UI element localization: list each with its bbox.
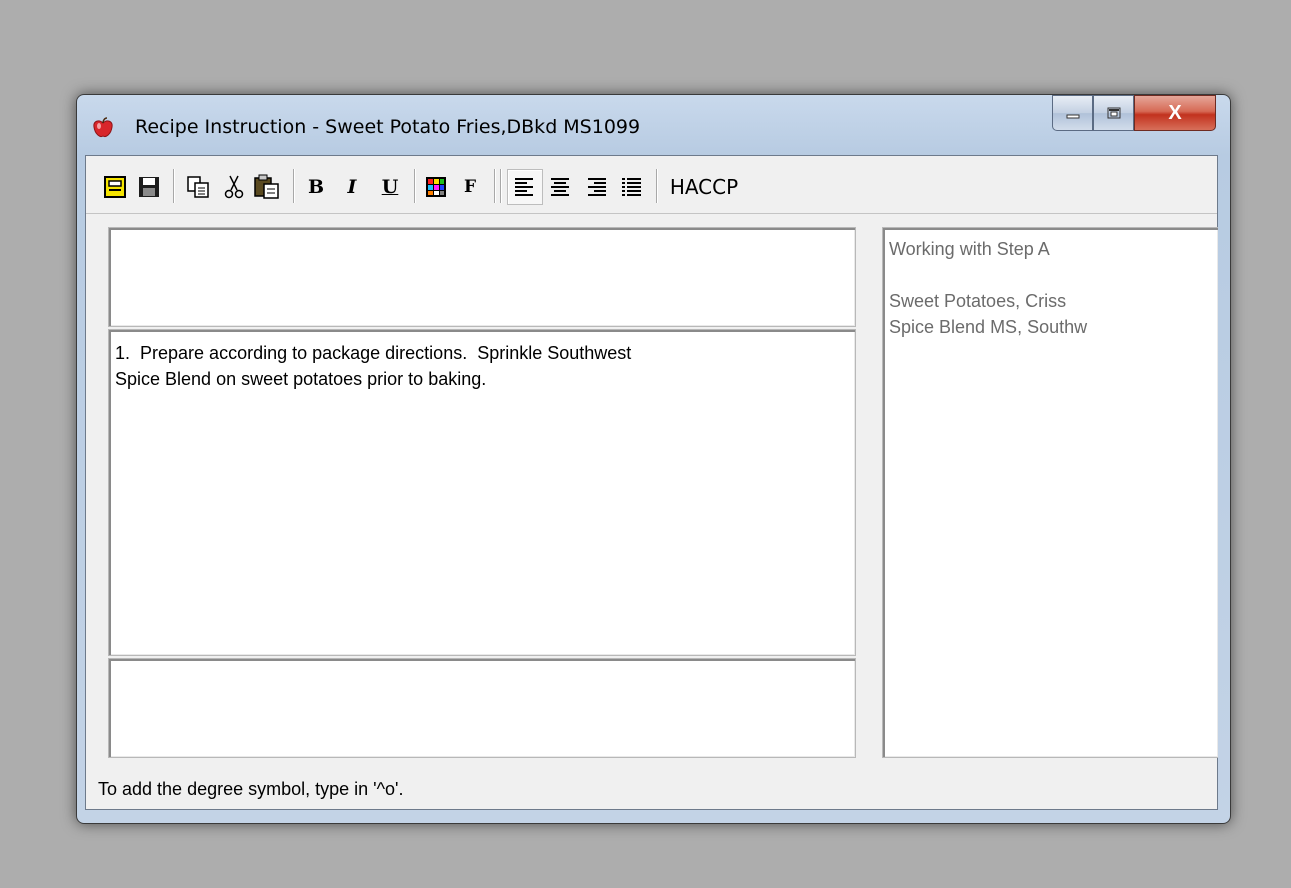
bold-button[interactable]: B — [302, 173, 330, 201]
footer-text-pane[interactable] — [108, 658, 856, 758]
toolbar-separator — [293, 169, 294, 203]
save-icon — [139, 177, 159, 197]
justify-icon — [622, 178, 641, 196]
align-right-icon — [588, 178, 606, 196]
maximize-icon — [1107, 107, 1120, 119]
toolbar-separator — [500, 169, 501, 203]
window-title: Recipe Instruction - Sweet Potato Fries,… — [135, 116, 641, 138]
title-bar[interactable]: Recipe Instruction - Sweet Potato Fries,… — [77, 95, 1230, 155]
step-heading: Working with Step A — [889, 239, 1050, 259]
instruction-text-pane[interactable]: 1. Prepare according to package directio… — [108, 329, 856, 656]
justify-button[interactable] — [617, 173, 647, 201]
step-info-panel: Working with Step A Sweet Potatoes, Cris… — [882, 227, 1218, 758]
cut-icon — [224, 175, 244, 199]
instruction-text: 1. Prepare according to package directio… — [115, 343, 632, 389]
align-center-icon — [551, 178, 569, 196]
copy-button[interactable] — [184, 173, 214, 201]
recipe-instruction-window: Recipe Instruction - Sweet Potato Fries,… — [76, 94, 1231, 824]
close-button[interactable]: X — [1134, 95, 1216, 131]
color-button[interactable] — [422, 173, 450, 201]
step-info-text: Working with Step A Sweet Potatoes, Cris… — [889, 236, 1214, 340]
paste-icon — [254, 174, 279, 199]
align-left-icon — [515, 178, 533, 196]
font-button[interactable]: F — [456, 173, 484, 201]
minimize-button[interactable] — [1052, 95, 1093, 131]
haccp-button[interactable]: HACCP — [664, 173, 744, 201]
cut-button[interactable] — [222, 173, 246, 201]
copy-icon — [187, 176, 209, 198]
save-button[interactable] — [136, 173, 162, 201]
toolbar-separator — [656, 169, 657, 203]
underline-button[interactable]: U — [376, 173, 404, 201]
toolbar-separator — [494, 169, 495, 203]
toolbar: B I U F HACCP — [86, 156, 1217, 214]
status-bar: To add the degree symbol, type in '^o'. — [98, 779, 404, 799]
ingredient-item: Spice Blend MS, Southw — [889, 317, 1088, 337]
ingredient-item: Sweet Potatoes, Criss — [889, 291, 1067, 311]
align-right-button[interactable] — [581, 173, 611, 201]
minimize-icon — [1066, 114, 1079, 119]
header-text-pane[interactable] — [108, 227, 856, 327]
toolbar-separator — [414, 169, 415, 203]
window-controls: X — [1052, 95, 1216, 131]
align-left-button[interactable] — [507, 169, 543, 205]
maximize-button[interactable] — [1093, 95, 1134, 131]
client-area: B I U F HACCP 1. Prepare according to pa… — [85, 155, 1218, 810]
color-icon — [426, 177, 446, 197]
apple-icon — [93, 117, 113, 137]
preview-button[interactable] — [102, 173, 128, 201]
align-center-button[interactable] — [545, 173, 575, 201]
close-icon: X — [1168, 101, 1182, 124]
italic-button[interactable]: I — [338, 173, 366, 201]
toolbar-separator — [173, 169, 174, 203]
paste-button[interactable] — [252, 173, 282, 201]
preview-icon — [104, 176, 126, 198]
